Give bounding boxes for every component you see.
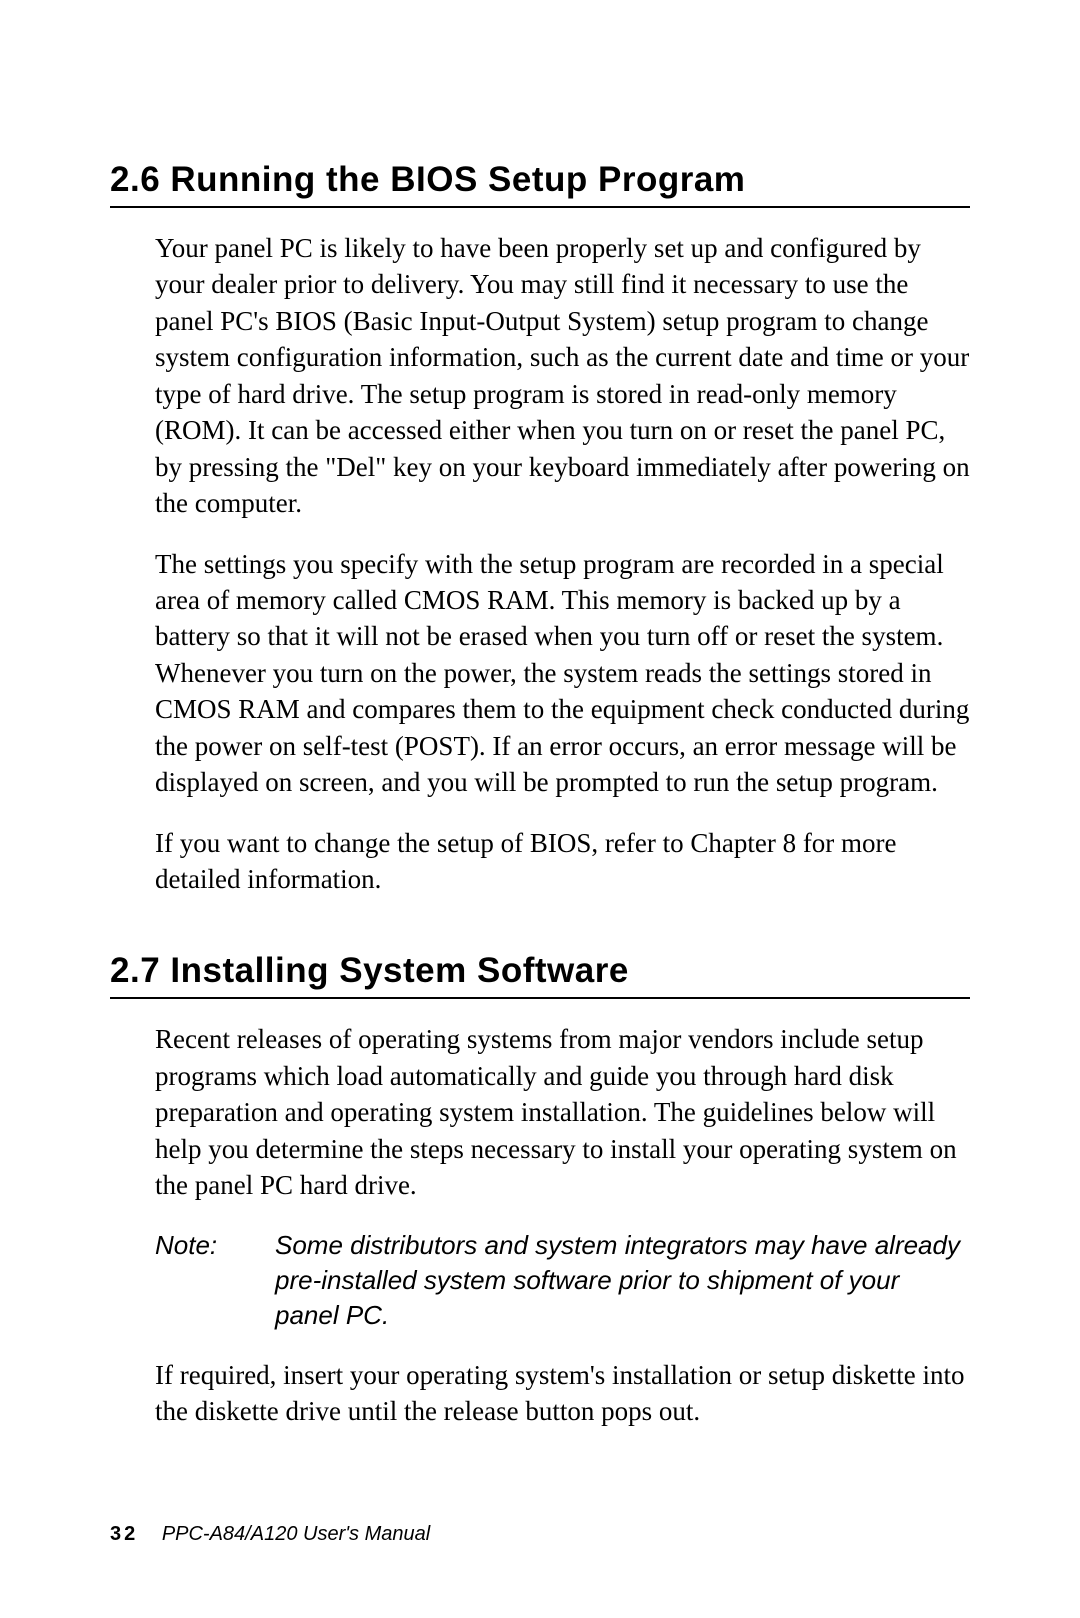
body-paragraph: Your panel PC is likely to have been pro… — [155, 230, 970, 522]
body-paragraph: If required, insert your operating syste… — [155, 1357, 970, 1430]
section-title: Installing System Software — [170, 951, 628, 990]
body-paragraph: The settings you specify with the setup … — [155, 546, 970, 801]
note-block: Note: Some distributors and system integ… — [155, 1228, 970, 1333]
doc-title: PPC-A84/A120 User's Manual — [162, 1523, 430, 1545]
section-heading-2-7: 2.7 Installing System Software — [110, 951, 970, 999]
body-paragraph: If you want to change the setup of BIOS,… — [155, 825, 970, 898]
note-label: Note: — [155, 1228, 275, 1333]
body-paragraph: Recent releases of operating systems fro… — [155, 1021, 970, 1203]
section-number: 2.6 — [110, 160, 160, 199]
page-content: 2.6 Running the BIOS Setup Program Your … — [0, 0, 1080, 1514]
page-number: 32 — [110, 1523, 138, 1545]
section-heading-2-6: 2.6 Running the BIOS Setup Program — [110, 160, 970, 208]
page-footer: 32 PPC-A84/A120 User's Manual — [110, 1523, 430, 1546]
section-title: Running the BIOS Setup Program — [170, 160, 745, 199]
note-text: Some distributors and system integrators… — [275, 1228, 970, 1333]
section-number: 2.7 — [110, 951, 160, 990]
